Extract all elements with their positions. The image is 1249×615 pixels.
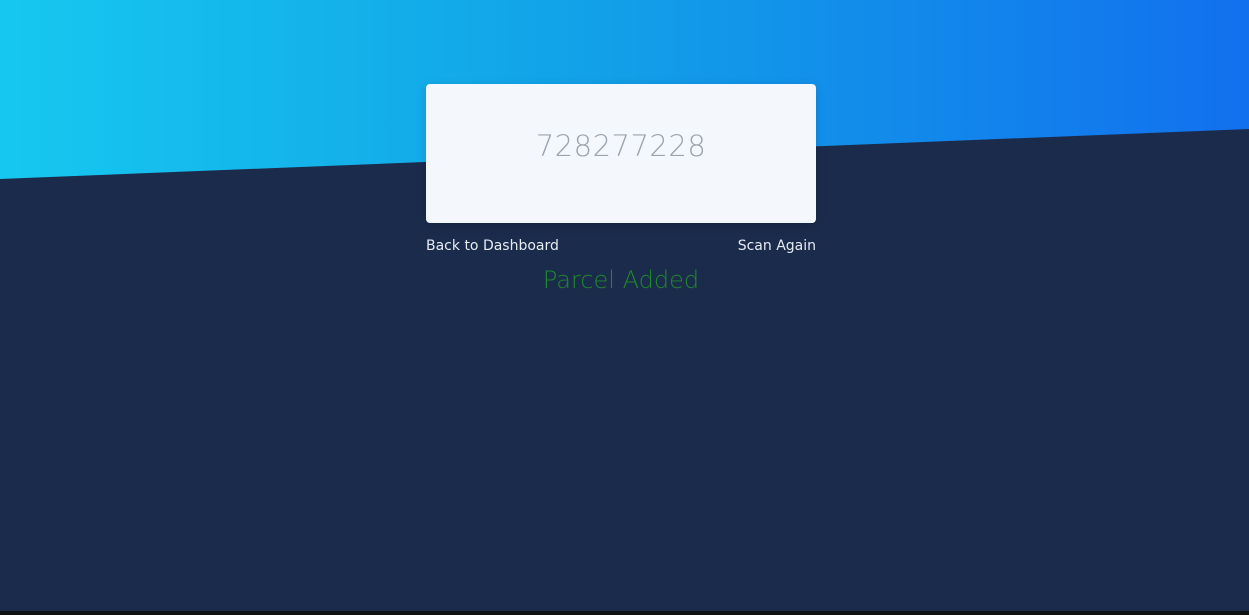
back-to-dashboard-link[interactable]: Back to Dashboard (426, 238, 559, 254)
scan-card (426, 84, 816, 223)
status-message: Parcel Added (542, 266, 700, 294)
scan-again-link[interactable]: Scan Again (738, 238, 816, 254)
scan-page: Back to Dashboard Scan Again Parcel Adde… (0, 0, 1249, 615)
parcel-number-input[interactable] (441, 128, 801, 163)
scan-nav-links: Back to Dashboard Scan Again (426, 238, 816, 254)
bottom-divider (0, 611, 1249, 615)
